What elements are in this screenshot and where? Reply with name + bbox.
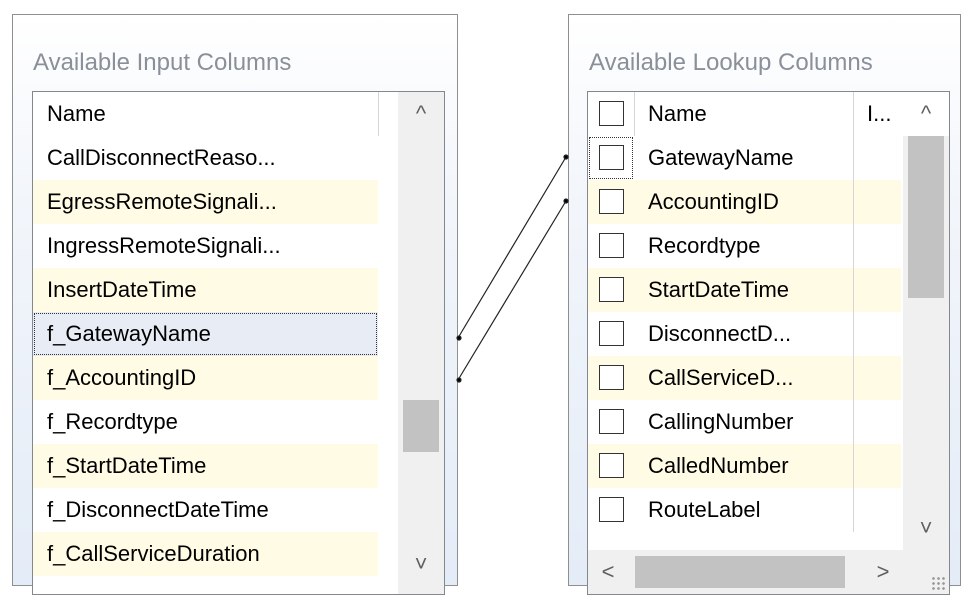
mapping-line-accountingid[interactable] — [457, 200, 567, 381]
mapping-endpoint-icon — [563, 154, 569, 160]
mapping-line-gatewayname[interactable] — [457, 156, 567, 339]
mapping-endpoint-icon — [456, 335, 462, 341]
mapping-endpoint-icon — [456, 377, 462, 383]
column-mapping-lines — [456, 154, 569, 383]
mapping-endpoint-icon — [563, 198, 569, 204]
